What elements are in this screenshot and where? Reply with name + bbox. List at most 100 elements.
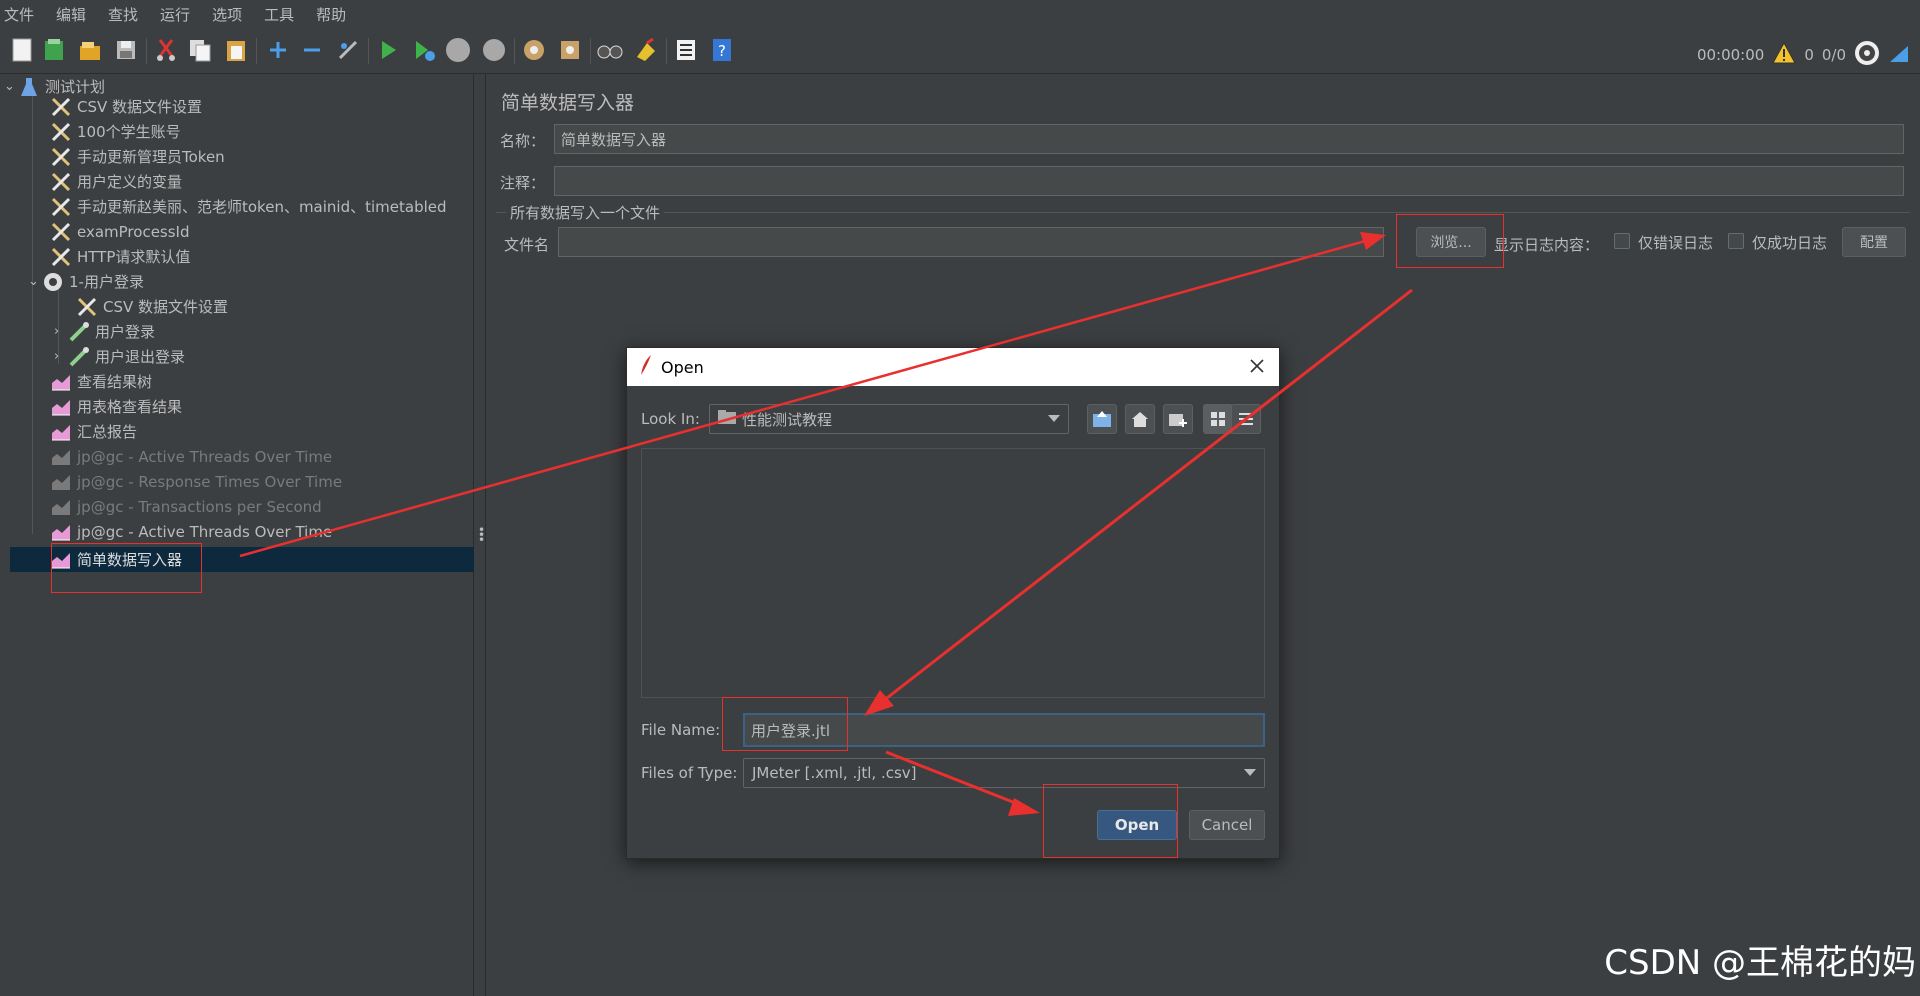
chart-listener-icon	[50, 521, 72, 543]
success-only-checkbox[interactable]	[1728, 233, 1744, 249]
tree-item-config[interactable]: CSV 数据文件设置	[76, 294, 228, 319]
clear-all-icon[interactable]	[556, 36, 584, 64]
scissors-config-icon	[50, 121, 72, 143]
tree-item-listener[interactable]: 查看结果树	[50, 369, 152, 394]
page-title: 简单数据写入器	[501, 92, 635, 114]
tree-item-config[interactable]: 手动更新赵美丽、范老师token、mainid、timetabled	[50, 194, 447, 219]
open-icon[interactable]	[76, 36, 104, 64]
scissors-config-icon	[50, 246, 72, 268]
start-icon[interactable]	[374, 36, 402, 64]
chevron-down-icon[interactable]: ⌄	[4, 79, 18, 94]
toolbar: ? 00:00:00 0 0/0	[0, 28, 1920, 74]
errors-only-label: 仅错误日志	[1638, 234, 1714, 252]
tree-item-label: 用户登录	[95, 323, 156, 341]
menu-search[interactable]: 查找	[108, 4, 138, 25]
chevron-right-icon[interactable]: ›	[54, 349, 68, 364]
tree-item-label: HTTP请求默认值	[77, 248, 191, 266]
up-folder-button[interactable]	[1087, 404, 1117, 434]
tree-item-sampler[interactable]: › 用户登录	[54, 319, 155, 344]
tree-item-label: 汇总报告	[77, 423, 138, 441]
log-viewer-icon[interactable]	[1888, 42, 1910, 68]
filename-field[interactable]	[558, 227, 1384, 257]
expand-icon[interactable]	[264, 36, 292, 64]
search-icon[interactable]	[596, 36, 624, 64]
name-field[interactable]: 简单数据写入器	[554, 124, 1904, 154]
files-of-type-label: Files of Type:	[641, 764, 738, 782]
details-view-button[interactable]	[1231, 404, 1261, 434]
tree-item-listener-disabled[interactable]: jp@gc - Response Times Over Time	[50, 469, 342, 494]
paste-icon[interactable]	[222, 36, 250, 64]
comment-field[interactable]	[554, 166, 1904, 196]
new-folder-button[interactable]	[1163, 404, 1193, 434]
tree-item-label: 用表格查看结果	[77, 398, 183, 416]
shutdown-icon[interactable]	[480, 36, 508, 64]
scissors-config-icon	[50, 146, 72, 168]
tree-item-config[interactable]: examProcessId	[50, 219, 190, 244]
copy-icon[interactable]	[186, 36, 214, 64]
menu-options[interactable]: 选项	[212, 4, 242, 25]
cut-icon[interactable]	[152, 36, 180, 64]
tree-item-label: jp@gc - Active Threads Over Time	[77, 522, 333, 541]
clear-icon[interactable]	[520, 36, 548, 64]
dialog-titlebar: Open	[627, 348, 1279, 386]
dialog-title: Open	[661, 357, 704, 377]
help-icon[interactable]: ?	[708, 36, 736, 64]
tree-item-label: 用户退出登录	[95, 348, 186, 366]
menu-edit[interactable]: 编辑	[56, 4, 86, 25]
tree-item-listener[interactable]: 汇总报告	[50, 419, 137, 444]
collapse-icon[interactable]	[298, 36, 326, 64]
look-in-select[interactable]: 性能测试教程	[709, 404, 1069, 434]
log-display-label: 显示日志内容：	[1494, 236, 1600, 254]
tree-item-listener[interactable]: 用表格查看结果	[50, 394, 182, 419]
tree-item-sampler[interactable]: › 用户退出登录	[54, 344, 185, 369]
scissors-config-icon	[50, 196, 72, 218]
configure-button[interactable]: 配置	[1842, 227, 1906, 257]
stop-icon[interactable]	[444, 36, 472, 64]
splitter-handle-icon[interactable]: • • •	[478, 524, 485, 546]
tree-item-config[interactable]: 100个学生账号	[50, 119, 181, 144]
cancel-button[interactable]: Cancel	[1189, 810, 1265, 840]
scissors-config-icon	[50, 96, 72, 118]
watermark: CSDN @王棉花的妈	[1604, 943, 1916, 983]
tree-item-thread-group[interactable]: ⌄ 1-用户登录	[28, 269, 144, 294]
tree-item-listener-disabled[interactable]: jp@gc - Active Threads Over Time	[50, 444, 332, 469]
menu-tools[interactable]: 工具	[264, 4, 294, 25]
scissors-config-icon	[50, 221, 72, 243]
tree-item-listener-disabled[interactable]: jp@gc - Transactions per Second	[50, 494, 322, 519]
chevron-right-icon[interactable]: ›	[54, 324, 68, 339]
tree-item-config[interactable]: 手动更新管理员Token	[50, 144, 225, 169]
tree-item-config[interactable]: CSV 数据文件设置	[50, 94, 202, 119]
home-button[interactable]	[1125, 404, 1155, 434]
chevron-down-icon	[1244, 769, 1256, 776]
scissors-config-icon	[50, 171, 72, 193]
templates-icon[interactable]	[40, 36, 68, 64]
files-of-type-value: JMeter [.xml, .jtl, .csv]	[752, 764, 917, 782]
new-icon[interactable]	[8, 36, 36, 64]
close-icon[interactable]	[1245, 354, 1269, 378]
file-list[interactable]	[641, 448, 1265, 698]
remote-icon	[1854, 40, 1880, 70]
menu-help[interactable]: 帮助	[316, 4, 346, 25]
tree-item-config[interactable]: HTTP请求默认值	[50, 244, 190, 269]
function-helper-icon[interactable]	[672, 36, 700, 64]
menu-run[interactable]: 运行	[160, 4, 190, 25]
chevron-down-icon[interactable]: ⌄	[28, 274, 42, 289]
warning-icon[interactable]	[1772, 41, 1797, 68]
tree-item-config[interactable]: 用户定义的变量	[50, 169, 182, 194]
comment-label: 注释：	[500, 174, 546, 192]
list-view-button[interactable]	[1203, 404, 1233, 434]
toggle-icon[interactable]	[334, 36, 362, 64]
errors-only-checkbox[interactable]	[1614, 233, 1630, 249]
reset-search-icon[interactable]	[632, 36, 660, 64]
chart-listener-icon	[50, 446, 72, 468]
thread-count: 0/0	[1821, 46, 1846, 64]
menu-bar: 文件 编辑 查找 运行 选项 工具 帮助	[0, 0, 1920, 28]
save-icon[interactable]	[112, 36, 140, 64]
start-no-pauses-icon[interactable]	[410, 36, 438, 64]
name-label: 名称：	[500, 132, 546, 150]
menu-file[interactable]: 文件	[4, 4, 34, 25]
test-plan-tree: ⌄ 测试计划 CSV 数据文件设置 100个学生账号 手动更新管理员Token …	[0, 74, 474, 996]
files-of-type-select[interactable]: JMeter [.xml, .jtl, .csv]	[743, 758, 1265, 788]
tree-item-listener[interactable]: jp@gc - Active Threads Over Time	[50, 519, 332, 544]
chart-listener-icon	[50, 496, 72, 518]
